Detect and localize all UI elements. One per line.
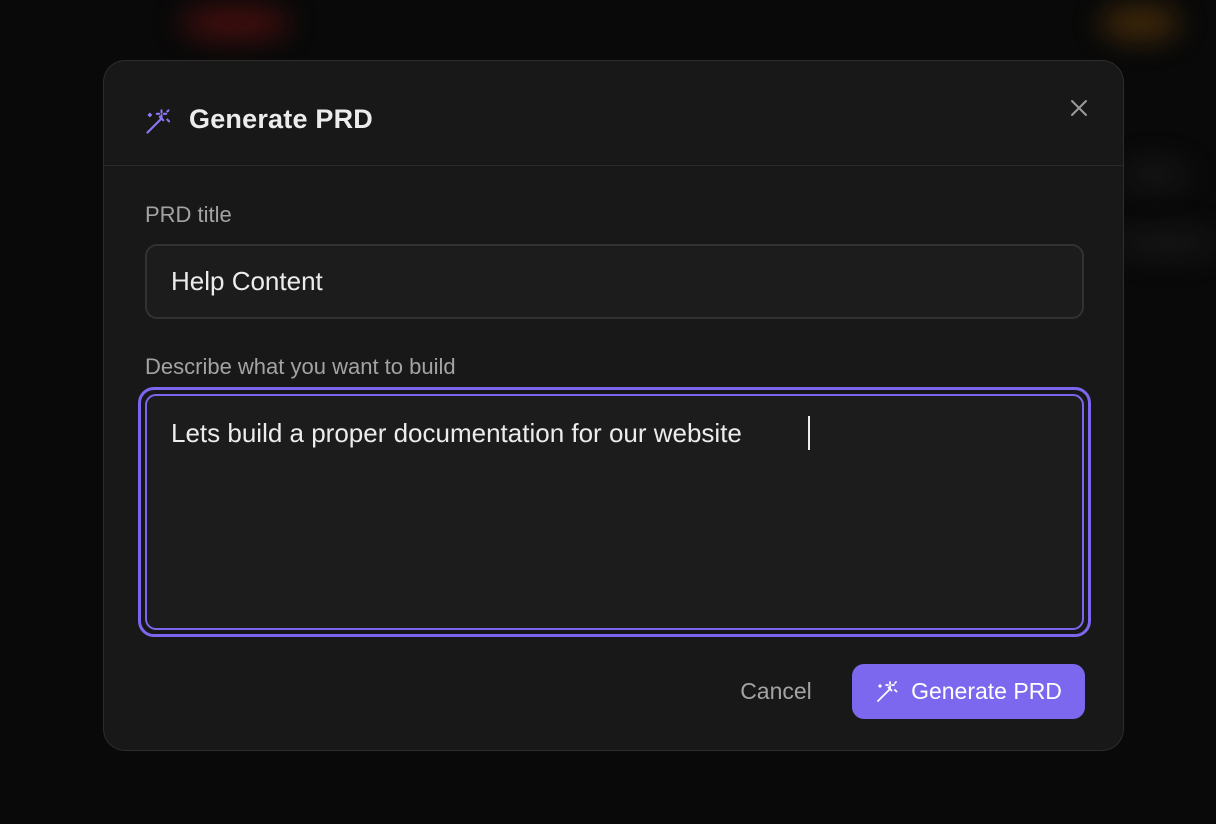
generate-prd-button-label: Generate PRD — [911, 678, 1062, 704]
description-textarea[interactable]: Lets build a proper documentation for ou… — [147, 396, 1082, 628]
close-icon[interactable] — [1064, 93, 1094, 123]
background-blur-shape — [1110, 228, 1216, 258]
generate-prd-dialog: Generate PRD PRD title Describe what you… — [103, 60, 1124, 751]
prd-title-input[interactable] — [145, 244, 1084, 319]
magic-wand-icon — [144, 108, 172, 136]
text-caret — [808, 416, 810, 450]
description-field: Lets build a proper documentation for ou… — [145, 394, 1084, 630]
background-blur-shape — [1100, 6, 1180, 40]
prd-title-label: PRD title — [145, 202, 232, 227]
dialog-title: Generate PRD — [189, 104, 373, 134]
description-focus-ring: Lets build a proper documentation for ou… — [138, 387, 1091, 637]
cancel-button[interactable]: Cancel — [714, 663, 838, 719]
generate-prd-button[interactable]: Generate PRD — [852, 664, 1085, 719]
background-blur-shape — [180, 6, 290, 40]
description-label: Describe what you want to build — [145, 354, 456, 379]
dialog-header: Generate PRD — [104, 61, 1123, 166]
background-blur-shape — [1120, 160, 1190, 190]
magic-wand-icon — [875, 680, 899, 704]
